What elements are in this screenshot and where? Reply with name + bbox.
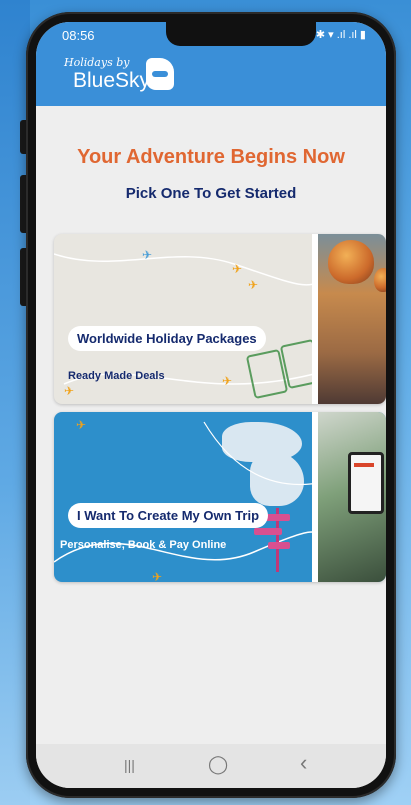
- hot-air-balloon-icon: [328, 240, 374, 284]
- card-subtitle: Personalise, Book & Pay Online: [60, 539, 227, 551]
- logo-tagline: Holidays by: [64, 56, 130, 69]
- card-title: Worldwide Holiday Packages: [68, 326, 266, 351]
- plane-icon: ✈: [76, 418, 87, 432]
- card-title: I Want To Create My Own Trip: [68, 503, 269, 528]
- plane-icon: ✈: [142, 248, 153, 262]
- plane-icon: ✈: [222, 374, 233, 388]
- flight-path-decoration: [54, 421, 324, 563]
- balloons-photo: [318, 234, 386, 404]
- camera-notch: [166, 22, 316, 46]
- smartphone-icon: [348, 452, 384, 514]
- plane-icon: ✈: [248, 278, 259, 292]
- page-subtitle: Pick One To Get Started: [125, 185, 297, 202]
- page-title: Your Adventure Begins Now: [77, 146, 345, 168]
- status-icons: ✱ ▾ .ıl .ıl ▮: [315, 29, 366, 41]
- status-time: 08:56: [62, 28, 95, 43]
- phone-booking-photo: [318, 412, 386, 582]
- home-button[interactable]: ◯: [208, 754, 228, 775]
- recent-apps-button[interactable]: |||: [124, 757, 135, 773]
- plane-icon: ✈: [152, 570, 163, 582]
- plane-icon: ✈: [232, 262, 243, 276]
- signpost-sign: [254, 528, 282, 535]
- phone-frame: 08:56 ✱ ▾ .ıl .ıl ▮ Holidays by BlueSky …: [26, 12, 396, 798]
- app-header: Holidays by BlueSky: [36, 48, 386, 106]
- create-own-trip-card[interactable]: ✈ ✈ ✈ I Want To Create My Own Trip Perso…: [54, 412, 386, 582]
- card-subtitle: Ready Made Deals: [68, 370, 165, 382]
- signpost-sign: [268, 542, 290, 549]
- back-button[interactable]: ‹: [300, 750, 307, 776]
- plane-icon: ✈: [64, 384, 75, 398]
- phone-screen: 08:56 ✱ ▾ .ıl .ıl ▮ Holidays by BlueSky …: [36, 22, 386, 788]
- android-nav-bar: ||| ◯ ‹: [36, 744, 386, 788]
- status-bar: 08:56 ✱ ▾ .ıl .ıl ▮: [36, 22, 386, 48]
- holiday-packages-card[interactable]: ✈ ✈ ✈ ✈ ✈ Worldwide Holiday Packages Rea…: [54, 234, 386, 404]
- logo-brand[interactable]: BlueSky: [73, 69, 150, 93]
- logo-icon[interactable]: [146, 58, 174, 90]
- hot-air-balloon-icon: [374, 268, 386, 292]
